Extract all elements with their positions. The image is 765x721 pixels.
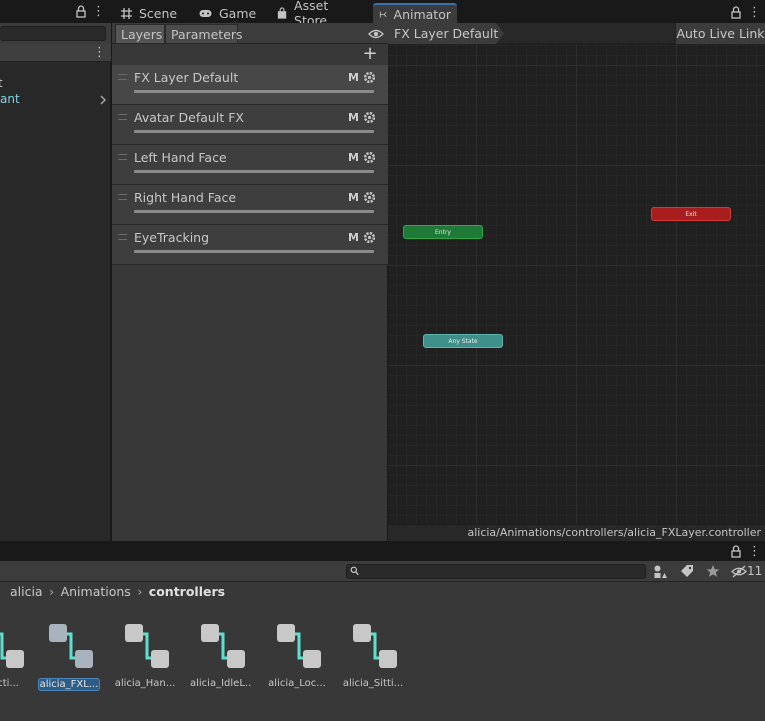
tab-asset-store[interactable]: Asset Store [270, 0, 366, 28]
search-by-type-icon[interactable] [653, 564, 668, 579]
layer-name: Avatar Default FX [134, 110, 244, 125]
layer-mask-badge: M [348, 231, 359, 244]
asset-item-selected[interactable]: alicia_FXL... [38, 620, 100, 700]
asset-label: ...Acti... [0, 678, 19, 689]
layer-row[interactable]: EyeTracking M [112, 225, 388, 265]
star-icon[interactable] [706, 564, 720, 578]
breadcrumb-item[interactable]: alicia [10, 584, 43, 599]
chevron-right-icon: › [137, 584, 143, 599]
layer-row[interactable]: Avatar Default FX M [112, 105, 388, 145]
lock-icon[interactable] [731, 6, 741, 19]
asset-label: alicia_Loc... [268, 678, 326, 689]
controller-path: alicia/Animations/controllers/alicia_FXL… [388, 524, 765, 541]
gear-icon[interactable] [363, 71, 376, 84]
layer-name: Left Hand Face [134, 150, 227, 165]
hidden-count: 11 [747, 564, 763, 578]
layer-name: EyeTracking [134, 230, 210, 245]
panel-menu-icon[interactable]: ⋮ [748, 5, 761, 20]
layer-row[interactable]: Right Hand Face M [112, 185, 388, 225]
layer-mask-badge: M [348, 191, 359, 204]
project-breadcrumb: alicia › Animations › controllers [0, 582, 765, 602]
asset-label: alicia_Sitti... [342, 678, 404, 689]
tab-label: Scene [139, 5, 178, 21]
editor-tabbar: Scene Game Asset Store Animator [112, 0, 765, 28]
layer-row[interactable]: FX Layer Default M [112, 65, 388, 105]
graph-breadcrumb[interactable]: FX Layer Default [388, 23, 504, 44]
lock-icon[interactable] [731, 545, 741, 558]
entry-node[interactable]: Entry [403, 225, 483, 239]
auto-live-link-button[interactable]: Auto Live Link [675, 23, 765, 44]
tab-layers[interactable]: Layers [115, 24, 165, 44]
project-search-input[interactable] [346, 564, 646, 579]
animator-controller-icon [277, 624, 321, 668]
layer-name: Right Hand Face [134, 190, 237, 205]
drag-handle-icon[interactable] [118, 74, 127, 80]
panel-menu-icon[interactable]: ⋮ [92, 4, 105, 19]
tab-label: Game [219, 5, 257, 21]
asset-label: alicia_Han... [114, 678, 176, 689]
add-layer-button[interactable]: + [362, 45, 378, 63]
layer-row[interactable]: Left Hand Face M [112, 145, 388, 185]
hierarchy-item-prefab[interactable]: ant [0, 92, 20, 106]
exit-node[interactable]: Exit [651, 207, 731, 221]
gear-icon[interactable] [363, 191, 376, 204]
bag-icon [277, 6, 287, 19]
layer-mask-badge: M [348, 71, 359, 84]
layer-weight-bar[interactable] [134, 130, 374, 133]
asset-item[interactable]: alicia_Han... [114, 620, 176, 700]
search-icon [350, 566, 359, 576]
hidden-packages-icon[interactable] [731, 565, 747, 578]
gear-icon[interactable] [363, 231, 376, 244]
asset-label: alicia_FXL... [38, 678, 100, 691]
tab-animator[interactable]: Animator [373, 3, 457, 23]
animator-icon [379, 11, 387, 17]
asset-label: alicia_IdleL... [190, 678, 252, 689]
layer-weight-bar[interactable] [134, 250, 374, 253]
animator-controller-icon [353, 624, 397, 668]
animator-controller-icon [49, 624, 93, 668]
scene-menu-icon[interactable]: ⋮ [93, 45, 106, 60]
grid-icon [121, 7, 132, 19]
tag-icon[interactable] [680, 564, 694, 578]
lock-icon[interactable] [76, 5, 86, 18]
eye-icon[interactable] [368, 27, 384, 41]
chevron-right-icon[interactable] [98, 94, 108, 106]
gear-icon[interactable] [363, 111, 376, 124]
breadcrumb-item-current[interactable]: controllers [149, 584, 225, 599]
asset-item[interactable]: alicia_Sitti... [342, 620, 404, 700]
gamepad-icon [199, 9, 212, 17]
hierarchy-search-input[interactable] [0, 26, 106, 41]
any-state-node[interactable]: Any State [423, 334, 503, 348]
layers-header [112, 44, 388, 65]
asset-item[interactable]: ...Acti... [0, 620, 31, 700]
project-tabbar [0, 541, 765, 561]
hierarchy-panel [0, 0, 111, 541]
tab-parameters[interactable]: Parameters [165, 24, 243, 44]
tab-game[interactable]: Game [192, 3, 268, 23]
animator-controller-icon [0, 632, 24, 668]
asset-item[interactable]: alicia_Loc... [266, 620, 328, 700]
drag-handle-icon[interactable] [118, 114, 127, 120]
breadcrumb-item[interactable]: Animations [61, 584, 131, 599]
tab-scene[interactable]: Scene [114, 3, 188, 23]
chevron-right-icon: › [49, 584, 55, 599]
state-machine-graph[interactable] [388, 44, 765, 524]
animator-controller-icon [125, 624, 169, 668]
animator-controller-icon [201, 624, 245, 668]
drag-handle-icon[interactable] [118, 234, 127, 240]
panel-menu-icon[interactable]: ⋮ [748, 544, 761, 559]
drag-handle-icon[interactable] [118, 154, 127, 160]
layer-weight-bar[interactable] [134, 90, 374, 93]
hierarchy-item[interactable]: t [0, 76, 3, 90]
layer-weight-bar[interactable] [134, 210, 374, 213]
tab-label: Animator [393, 6, 451, 22]
drag-handle-icon[interactable] [118, 194, 127, 200]
asset-item[interactable]: alicia_IdleL... [190, 620, 252, 700]
layer-mask-badge: M [348, 151, 359, 164]
gear-icon[interactable] [363, 151, 376, 164]
layer-name: FX Layer Default [134, 70, 239, 85]
layer-weight-bar[interactable] [134, 170, 374, 173]
layer-mask-badge: M [348, 111, 359, 124]
